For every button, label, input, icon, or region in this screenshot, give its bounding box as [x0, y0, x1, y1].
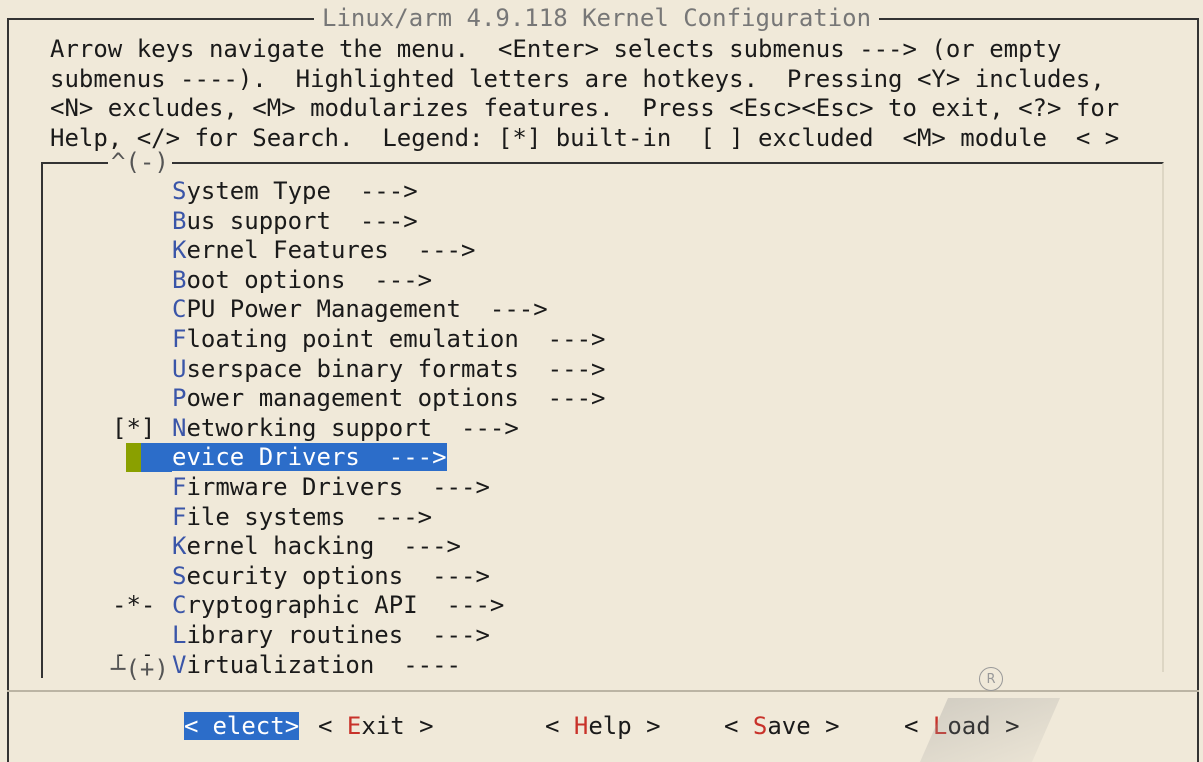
menu-item-hotkey: V	[172, 650, 187, 679]
button-h[interactable]: < Help >	[545, 712, 661, 741]
menu-item[interactable]: Kernel hacking --->	[112, 532, 461, 561]
window-title: Linux/arm 4.9.118 Kernel Configuration	[314, 4, 880, 32]
cursor-block	[126, 443, 141, 473]
menu-item[interactable]: CPU Power Management --->	[112, 295, 548, 324]
button-bracket: <	[184, 712, 199, 740]
button-hotkey: S	[752, 712, 768, 740]
menu-item[interactable]: Boot options --->	[112, 266, 432, 295]
button-s[interactable]: < Save >	[724, 712, 840, 741]
button-text: xit >	[361, 712, 434, 740]
menu-item-text: PU Power Management --->	[186, 295, 548, 324]
menu-item-hotkey: S	[172, 561, 187, 590]
menu-item-hotkey: U	[172, 354, 187, 383]
help-text: Arrow keys navigate the menu. <Enter> se…	[50, 35, 1120, 152]
menu-item-text: oot options --->	[186, 265, 433, 294]
menu-item-label: Power management options --->	[172, 384, 605, 412]
menu-item-mark[interactable]: -*-	[112, 591, 172, 620]
button-label: < Save >	[724, 712, 840, 740]
menu-item-text: ibrary routines --->	[186, 621, 490, 649]
menu-item-text: ile systems --->	[186, 502, 433, 531]
menu-item-text: ystem Type --->	[186, 177, 418, 205]
button-bracket: <	[318, 712, 347, 740]
menu-item-label: Networking support --->	[172, 414, 519, 442]
button-text: elp >	[588, 712, 661, 740]
registered-trademark-icon: R	[979, 667, 1003, 691]
menu-item-hotkey: P	[172, 384, 187, 413]
button-hotkey: E	[346, 712, 362, 740]
menu-item-text: us support --->	[186, 206, 418, 235]
menu-item-label: Kernel Features --->	[172, 236, 475, 264]
menu-item-text: ernel Features --->	[186, 236, 476, 265]
menu-item-hotkey: F	[172, 502, 187, 531]
menu-item[interactable]: Userspace binary formats --->	[112, 355, 605, 384]
menu-item-label: File systems --->	[172, 503, 432, 531]
menu-item-hotkey: K	[172, 236, 187, 265]
menu-item[interactable]: Kernel Features --->	[112, 236, 475, 265]
menu-item-text: serspace binary formats --->	[186, 354, 606, 383]
menu-item[interactable]: File systems --->	[112, 503, 432, 532]
button-text: elect>	[212, 712, 300, 740]
menu-item-label: Kernel hacking --->	[172, 532, 461, 560]
menu-item-mark[interactable]: [*]	[112, 414, 172, 443]
menu-item-label: Security options --->	[172, 562, 490, 590]
menu-item-hotkey: N	[172, 413, 187, 442]
menu-item-label: evice Drivers --->	[172, 443, 447, 472]
button-bracket: <	[545, 712, 574, 740]
menu-item-hotkey: C	[172, 295, 187, 324]
button-e[interactable]: < Exit >	[318, 712, 434, 741]
menu-item-hotkey: B	[172, 206, 187, 235]
menu-item-text: evice Drivers --->	[172, 443, 447, 472]
menu-item-text: ernel hacking --->	[186, 532, 461, 561]
menu-item-label: Boot options --->	[172, 266, 432, 294]
menu-item[interactable]: -*- Cryptographic API --->	[112, 591, 504, 620]
menu-item[interactable]: Bus support --->	[112, 207, 418, 236]
button-label: < elect>	[184, 712, 300, 740]
menu-item-hotkey: K	[172, 532, 187, 561]
menu-item-label: Cryptographic API --->	[172, 591, 504, 619]
menu-item-text: etworking support --->	[186, 413, 519, 442]
menu-item-text: irtualization ----	[186, 650, 461, 679]
button-label: < Help >	[545, 712, 661, 740]
menu-item-hotkey: F	[172, 473, 187, 501]
menu-item-hotkey: S	[172, 177, 187, 205]
menu-item-text: ower management options --->	[186, 384, 606, 413]
menu-item[interactable]: Power management options --->	[112, 384, 605, 413]
menu-item-label: Bus support --->	[172, 207, 418, 235]
menu-item[interactable]: evice Drivers --->	[112, 443, 447, 473]
menu-item-text: loating point emulation --->	[186, 325, 606, 353]
button-text: ave >	[767, 712, 840, 740]
menu-item[interactable]: Firmware Drivers --->	[112, 473, 490, 502]
button-select[interactable]: < elect>	[184, 712, 300, 741]
menu-item-hotkey: B	[172, 265, 187, 294]
menu-item-text: ecurity options --->	[186, 561, 490, 590]
menu-item-hotkey: L	[172, 621, 187, 649]
button-bracket: <	[904, 712, 933, 740]
button-label: < Exit >	[318, 712, 434, 740]
menu-box-corner	[41, 662, 43, 678]
menu-item-text: ryptographic API --->	[186, 591, 505, 620]
menu-item[interactable]: System Type --->	[112, 177, 418, 206]
scroll-down-indicator[interactable]: ┴(+)	[108, 656, 172, 682]
scroll-up-indicator[interactable]: ^(-)	[108, 149, 172, 175]
menu-item[interactable]: Security options --->	[112, 562, 490, 591]
button-bracket: <	[724, 712, 753, 740]
menu-item-label: Virtualization ----	[172, 651, 461, 679]
menu-item-hotkey: F	[172, 325, 187, 353]
menu-item-label: Userspace binary formats --->	[172, 355, 605, 383]
menu-item-label: System Type --->	[172, 177, 418, 205]
menu-item-label: CPU Power Management --->	[172, 295, 548, 323]
menu-item[interactable]: Floating point emulation --->	[112, 325, 605, 354]
menu-item[interactable]: Library routines --->	[112, 621, 490, 650]
button-hotkey: H	[573, 712, 589, 740]
menu-item[interactable]: [*] Networking support --->	[112, 414, 519, 443]
menu-item-label: Library routines --->	[172, 621, 490, 649]
menu-item-label: Firmware Drivers --->	[172, 473, 490, 501]
menu-item-label: Floating point emulation --->	[172, 325, 605, 353]
button-separator	[7, 690, 1199, 692]
menu-item-hotkey: C	[172, 591, 187, 620]
menu-item-text: irmware Drivers --->	[186, 473, 490, 501]
